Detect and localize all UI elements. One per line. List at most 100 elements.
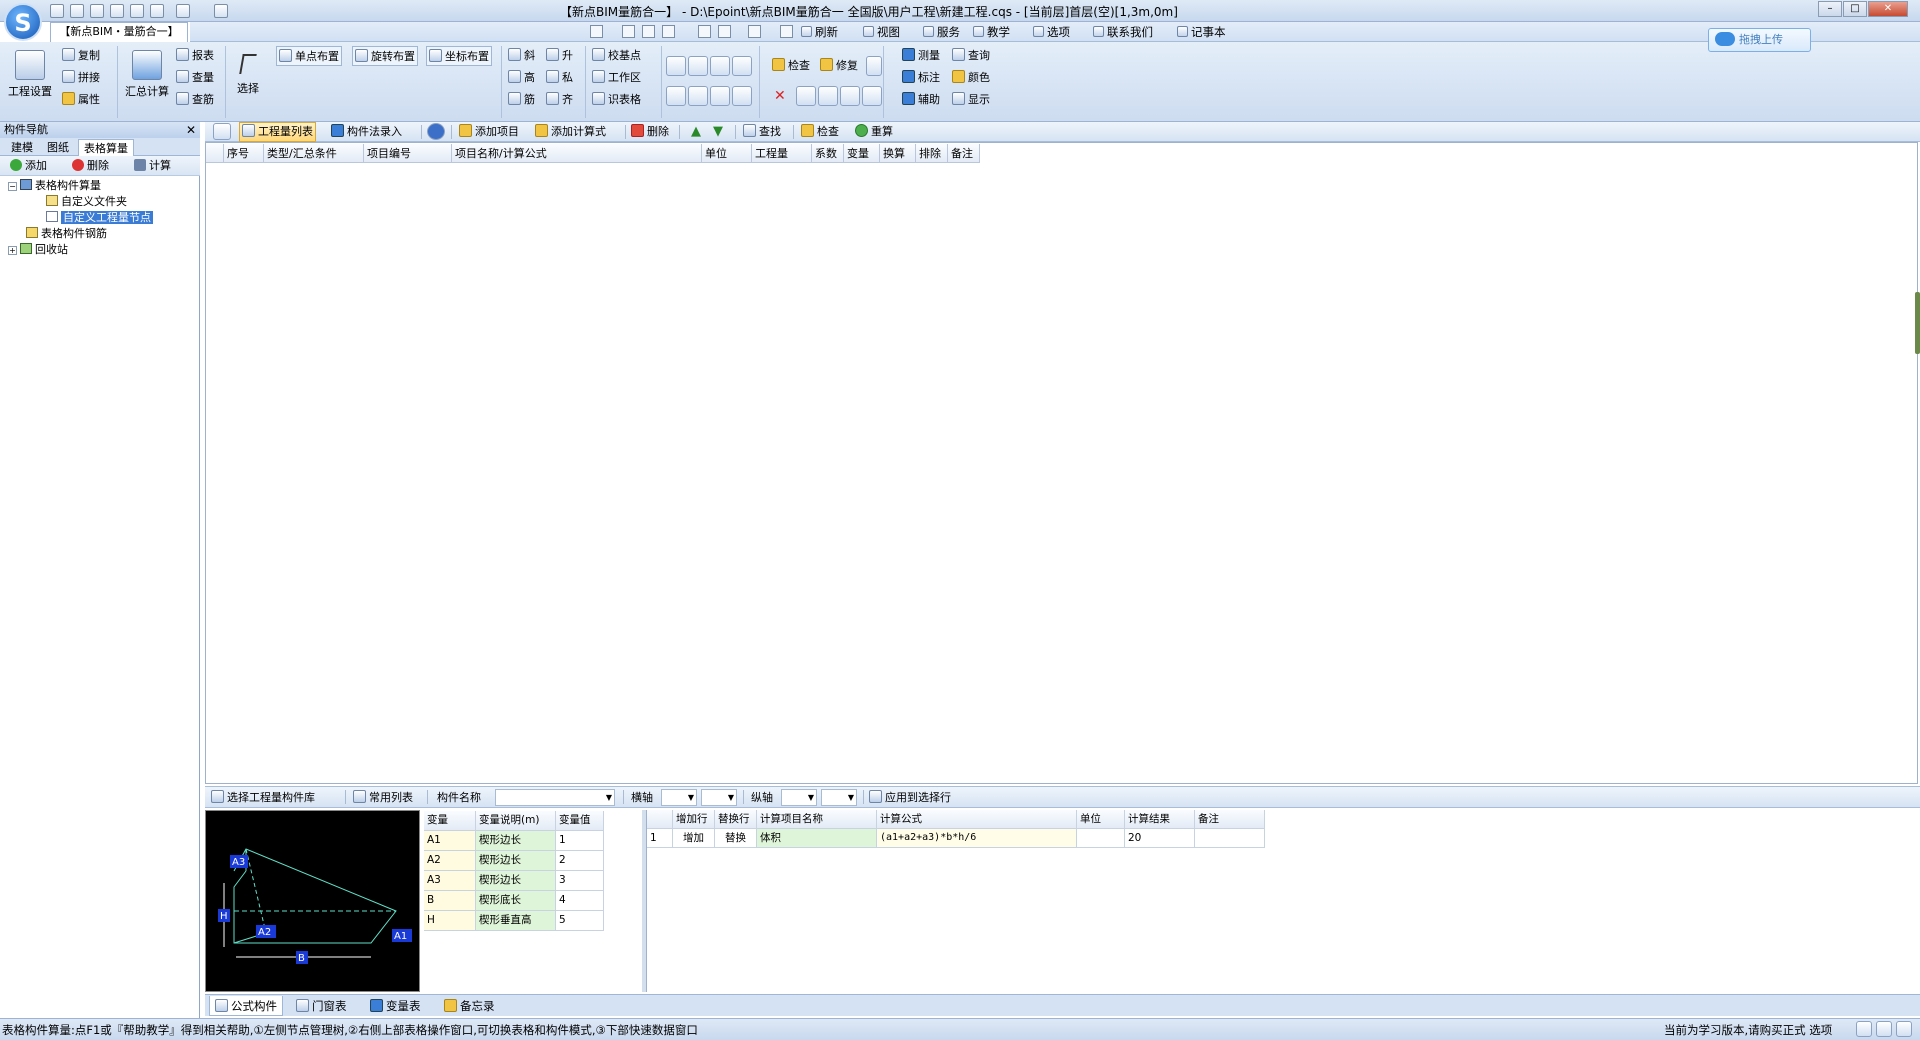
- tree-node-table-rebar[interactable]: 表格构件钢筋: [26, 226, 107, 242]
- grid-header[interactable]: 排除: [916, 144, 948, 163]
- query-button[interactable]: 查询: [952, 46, 990, 66]
- project-settings-button[interactable]: 工程设置: [6, 50, 54, 99]
- add-formula-button[interactable]: 添加计算式: [533, 123, 608, 141]
- toggle-view-icon[interactable]: [213, 123, 231, 140]
- tab-formula-component[interactable]: 公式构件: [209, 996, 283, 1016]
- cube-view-icon[interactable]: [732, 56, 752, 76]
- grid-toggle-icon[interactable]: [1876, 1021, 1892, 1037]
- box-3d-icon[interactable]: [688, 56, 708, 76]
- calc-unit[interactable]: [1077, 829, 1125, 848]
- qty-grid[interactable]: 序号 类型/汇总条件 项目编号 项目名称/计算公式 单位 工程量 系数 变量 换…: [205, 142, 1918, 784]
- save-icon[interactable]: [90, 4, 104, 18]
- align-button[interactable]: 齐: [546, 90, 573, 110]
- v-axis-select-1[interactable]: ▼: [781, 789, 817, 806]
- tools-icon[interactable]: [780, 25, 793, 38]
- calendar-icon[interactable]: [590, 25, 603, 38]
- tree-node-table-calc[interactable]: − 表格构件算量: [8, 178, 101, 194]
- view-qty-button[interactable]: 查量: [176, 68, 214, 88]
- grid-header[interactable]: 工程量: [752, 144, 812, 163]
- private-button[interactable]: 私: [546, 68, 573, 88]
- splice-button[interactable]: 拼接: [62, 68, 100, 88]
- check-table-button[interactable]: 检查: [799, 123, 841, 141]
- calc-grid[interactable]: 增加行 替换行 计算项目名称 计算公式 单位 计算结果 备注 1 增加 替换 体…: [646, 810, 1920, 992]
- common-list-button[interactable]: 常用列表: [353, 789, 413, 807]
- menu-teach[interactable]: 教学: [970, 23, 1013, 41]
- select-library-button[interactable]: 选择工程量构件库: [211, 789, 315, 807]
- calc-button[interactable]: 计算: [134, 157, 171, 175]
- check-button[interactable]: 检查: [772, 56, 810, 76]
- box-2d-icon[interactable]: [666, 56, 686, 76]
- import-icon[interactable]: [150, 4, 164, 18]
- maximize-button[interactable]: □: [1843, 1, 1867, 17]
- copy-button[interactable]: 复制: [62, 46, 100, 66]
- menu-refresh[interactable]: 刷新: [798, 23, 841, 41]
- undo-icon[interactable]: [176, 4, 190, 18]
- globe-icon[interactable]: [427, 123, 445, 140]
- calc-formula[interactable]: (a1+a2+a3)*b*h/6: [877, 829, 1077, 848]
- minimize-button[interactable]: –: [1818, 1, 1842, 17]
- var-value[interactable]: 5: [556, 911, 604, 931]
- move-down-icon[interactable]: ▼: [713, 124, 723, 139]
- save-as-icon[interactable]: [110, 4, 124, 18]
- binoculars-icon[interactable]: [622, 25, 635, 38]
- app-tab[interactable]: 【新点BIM・量筋合一】: [50, 22, 188, 42]
- zoom-window-icon[interactable]: [732, 86, 752, 106]
- summary-calc-button[interactable]: 汇总计算: [122, 50, 172, 99]
- grid-header[interactable]: 备注: [948, 144, 980, 163]
- var-value[interactable]: 1: [556, 831, 604, 851]
- repair-button[interactable]: 修复: [820, 56, 858, 76]
- apply-to-row-button[interactable]: 应用到选择行: [869, 789, 951, 807]
- rotate-icon[interactable]: [862, 86, 882, 106]
- var-value[interactable]: 2: [556, 851, 604, 871]
- report-button[interactable]: 报表: [176, 46, 214, 66]
- grid-header[interactable]: 类型/汇总条件: [264, 144, 364, 163]
- assist-button[interactable]: 辅助: [902, 90, 940, 110]
- tree-node-custom-qty[interactable]: 自定义工程量节点: [46, 210, 153, 226]
- home-view-icon[interactable]: [710, 56, 730, 76]
- zoom-icon[interactable]: [688, 86, 708, 106]
- tab-drawings[interactable]: 图纸: [42, 139, 74, 156]
- grid-header[interactable]: 项目编号: [364, 144, 452, 163]
- delete-x-icon[interactable]: ✕: [774, 88, 786, 104]
- method-entry-tab[interactable]: 构件法录入: [329, 123, 404, 141]
- mirror-icon[interactable]: [818, 86, 838, 106]
- coord-place-button[interactable]: 坐标布置: [426, 46, 492, 66]
- tab-door-window[interactable]: 门窗表: [291, 996, 352, 1016]
- calc-item-name[interactable]: 体积: [757, 829, 877, 848]
- menu-notepad[interactable]: 记事本: [1174, 23, 1229, 41]
- tab-modeling[interactable]: 建模: [6, 139, 38, 156]
- new-file-icon[interactable]: [50, 4, 64, 18]
- identify-table-button[interactable]: 识表格: [592, 90, 641, 110]
- add-button[interactable]: 添加: [10, 157, 47, 175]
- side-panel-handle[interactable]: [1915, 292, 1920, 354]
- grid-header[interactable]: 变量: [844, 144, 880, 163]
- menu-service[interactable]: 服务: [920, 23, 963, 41]
- grid-header[interactable]: 换算: [880, 144, 916, 163]
- trim-icon[interactable]: [796, 86, 816, 106]
- nav-close-icon[interactable]: ✕: [184, 122, 198, 138]
- move-up-icon[interactable]: ▲: [691, 124, 701, 139]
- eraser-icon[interactable]: [866, 56, 882, 76]
- rebar-button[interactable]: 筋: [508, 90, 535, 110]
- h-axis-select-1[interactable]: ▼: [661, 789, 697, 806]
- grid-header[interactable]: 单位: [702, 144, 752, 163]
- view-rebar-button[interactable]: 查筋: [176, 90, 214, 110]
- layer-icon[interactable]: [698, 25, 711, 38]
- raise-button[interactable]: 升: [546, 46, 573, 66]
- pan-icon[interactable]: [666, 86, 686, 106]
- tab-table-calc[interactable]: 表格算量: [78, 139, 134, 156]
- menu-options[interactable]: 选项: [1030, 23, 1073, 41]
- rotate-place-button[interactable]: 旋转布置: [352, 46, 418, 66]
- find-icon[interactable]: [642, 25, 655, 38]
- select-button[interactable]: 选择: [232, 54, 264, 96]
- chart-icon[interactable]: [718, 25, 731, 38]
- base-point-button[interactable]: 校基点: [592, 46, 641, 66]
- tree-node-custom-folder[interactable]: 自定义文件夹: [46, 194, 127, 210]
- v-axis-select-2[interactable]: ▼: [821, 789, 857, 806]
- var-value[interactable]: 4: [556, 891, 604, 911]
- collapse-icon[interactable]: −: [8, 182, 17, 191]
- work-area-button[interactable]: 工作区: [592, 68, 641, 88]
- menu-contact[interactable]: 联系我们: [1090, 23, 1156, 41]
- orbit-icon[interactable]: [710, 86, 730, 106]
- close-button[interactable]: ✕: [1868, 1, 1908, 17]
